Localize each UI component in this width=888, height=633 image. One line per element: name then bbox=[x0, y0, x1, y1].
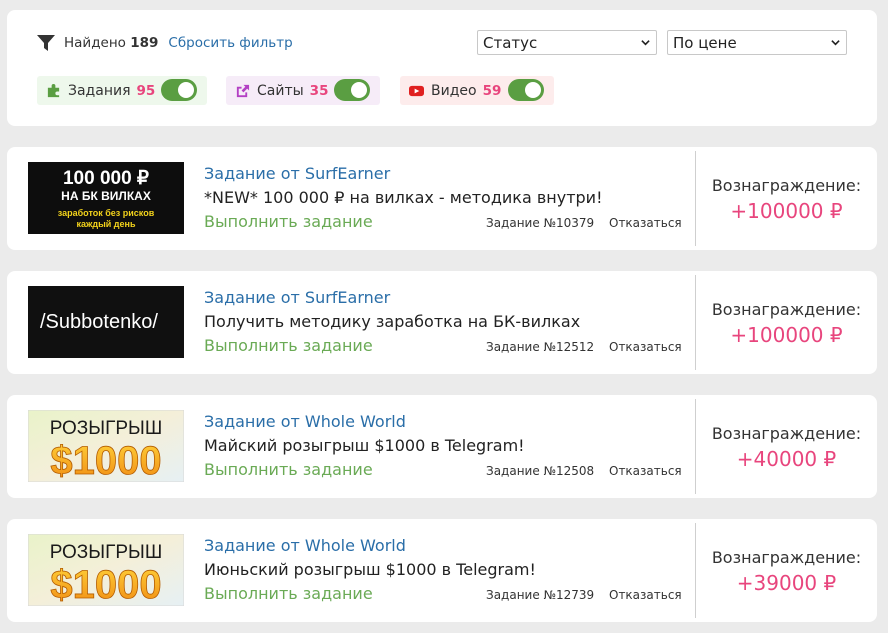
reset-filter-link[interactable]: Сбросить фильтр bbox=[168, 35, 292, 51]
share-icon bbox=[234, 83, 250, 99]
reward-value: +39000 ₽ bbox=[736, 571, 837, 595]
task-card: РОЗЫГРЫШ $1000 Задание от Whole World Ма… bbox=[7, 395, 877, 498]
chip-tasks-label: Задания bbox=[68, 82, 131, 99]
task-number: Задание №10379 bbox=[486, 216, 595, 230]
reward-label: Вознаграждение: bbox=[711, 300, 862, 319]
task-banner[interactable]: /Subbotenko/ bbox=[28, 286, 184, 358]
svg-text:НА БК ВИЛКАХ: НА БК ВИЛКАХ bbox=[61, 189, 151, 203]
task-author-link[interactable]: Задание от SurfEarner bbox=[204, 164, 390, 183]
youtube-icon bbox=[408, 83, 424, 99]
svg-text:/Subbotenko/: /Subbotenko/ bbox=[40, 311, 158, 333]
chip-sites: Сайты 35 bbox=[226, 76, 380, 105]
tasks-toggle[interactable] bbox=[161, 79, 197, 101]
reward-label: Вознаграждение: bbox=[711, 176, 862, 195]
found-label: Найдено 189 bbox=[64, 35, 159, 51]
chevron-down-icon bbox=[641, 40, 650, 46]
reward-label: Вознаграждение: bbox=[711, 424, 862, 443]
chip-tasks: Задания 95 bbox=[37, 76, 207, 105]
task-banner[interactable]: РОЗЫГРЫШ $1000 bbox=[28, 534, 184, 606]
chip-sites-label: Сайты bbox=[257, 82, 304, 99]
do-task-link[interactable]: Выполнить задание bbox=[204, 460, 373, 479]
svg-text:$1000: $1000 bbox=[50, 563, 161, 606]
task-number: Задание №12512 bbox=[486, 340, 595, 354]
task-number: Задание №12739 bbox=[486, 588, 595, 602]
task-title: *NEW* 100 000 ₽ на вилках - методика вну… bbox=[204, 188, 603, 207]
banner-image: 100 000 ₽ НА БК ВИЛКАХ заработок без рис… bbox=[28, 162, 184, 234]
sites-toggle[interactable] bbox=[334, 79, 370, 101]
task-card: 100 000 ₽ НА БК ВИЛКАХ заработок без рис… bbox=[7, 147, 877, 250]
chip-tasks-count: 95 bbox=[136, 82, 156, 99]
puzzle-icon bbox=[45, 83, 61, 99]
chip-sites-count: 35 bbox=[309, 82, 329, 99]
reward-value: +100000 ₽ bbox=[730, 323, 843, 347]
chip-video-count: 59 bbox=[482, 82, 502, 99]
banner-image: /Subbotenko/ bbox=[28, 286, 184, 358]
chip-video: Видео 59 bbox=[400, 76, 554, 105]
do-task-link[interactable]: Выполнить задание bbox=[204, 212, 373, 231]
svg-text:каждый день: каждый день bbox=[76, 219, 135, 229]
refuse-link[interactable]: Отказаться bbox=[609, 464, 682, 478]
task-title: Получить методику заработка на БК-вилках bbox=[204, 312, 581, 331]
banner-image: РОЗЫГРЫШ $1000 bbox=[28, 534, 184, 606]
status-select-value: Статус bbox=[483, 34, 538, 52]
funnel-icon bbox=[37, 35, 55, 51]
chip-video-label: Видео bbox=[431, 82, 477, 99]
sort-select[interactable]: По цене bbox=[667, 30, 847, 55]
task-author-link[interactable]: Задание от SurfEarner bbox=[204, 288, 390, 307]
task-title: Майский розыгрыш $1000 в Telegram! bbox=[204, 436, 525, 455]
task-author-link[interactable]: Задание от Whole World bbox=[204, 412, 406, 431]
task-banner[interactable]: 100 000 ₽ НА БК ВИЛКАХ заработок без рис… bbox=[28, 162, 184, 234]
svg-text:$1000: $1000 bbox=[50, 439, 161, 482]
sort-select-value: По цене bbox=[673, 34, 737, 52]
banner-image: РОЗЫГРЫШ $1000 bbox=[28, 410, 184, 482]
svg-text:РОЗЫГРЫШ: РОЗЫГРЫШ bbox=[50, 542, 163, 563]
refuse-link[interactable]: Отказаться bbox=[609, 340, 682, 354]
task-banner[interactable]: РОЗЫГРЫШ $1000 bbox=[28, 410, 184, 482]
refuse-link[interactable]: Отказаться bbox=[609, 216, 682, 230]
svg-text:РОЗЫГРЫШ: РОЗЫГРЫШ bbox=[50, 418, 163, 439]
video-toggle[interactable] bbox=[508, 79, 544, 101]
svg-text:100 000 ₽: 100 000 ₽ bbox=[63, 168, 149, 189]
do-task-link[interactable]: Выполнить задание bbox=[204, 336, 373, 355]
chevron-down-icon bbox=[831, 40, 840, 46]
task-card: /Subbotenko/ Задание от SurfEarner Получ… bbox=[7, 271, 877, 374]
reward-value: +40000 ₽ bbox=[736, 447, 837, 471]
task-title: Июньский розыгрыш $1000 в Telegram! bbox=[204, 560, 536, 579]
found-count: 189 bbox=[130, 35, 159, 51]
reward-value: +100000 ₽ bbox=[730, 199, 843, 223]
task-number: Задание №12508 bbox=[486, 464, 595, 478]
filter-panel: Найдено 189 Сбросить фильтр Статус По це… bbox=[7, 10, 877, 126]
svg-text:заработок без рисков: заработок без рисков bbox=[58, 208, 155, 218]
filter-summary: Найдено 189 Сбросить фильтр bbox=[37, 34, 293, 52]
refuse-link[interactable]: Отказаться bbox=[609, 588, 682, 602]
task-card: РОЗЫГРЫШ $1000 Задание от Whole World Ию… bbox=[7, 519, 877, 622]
task-author-link[interactable]: Задание от Whole World bbox=[204, 536, 406, 555]
do-task-link[interactable]: Выполнить задание bbox=[204, 584, 373, 603]
reward-label: Вознаграждение: bbox=[711, 548, 862, 567]
status-select[interactable]: Статус bbox=[477, 30, 657, 55]
